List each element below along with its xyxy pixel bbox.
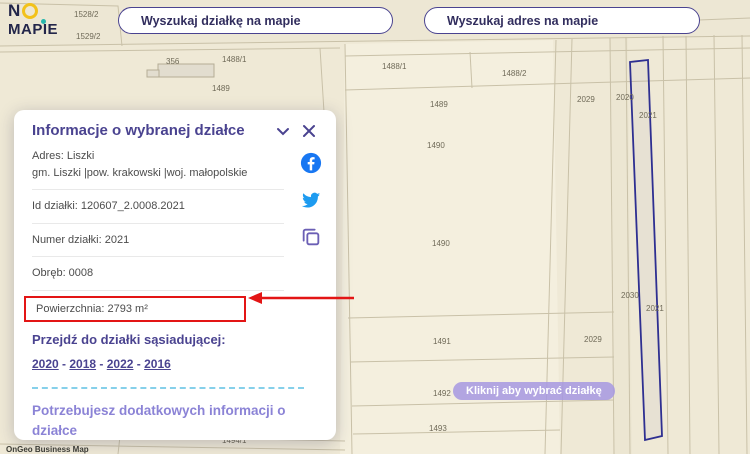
map-parcel-label: 1488/1: [382, 62, 407, 71]
logo-text-top: N: [8, 1, 21, 20]
map-parcel-label: 2029: [584, 335, 602, 344]
collapse-panel-icon[interactable]: [274, 122, 292, 140]
highlight-arrow-icon: [248, 292, 354, 304]
share-column: [300, 152, 322, 248]
logo-text-bottom: MAPIE: [8, 21, 59, 38]
area-highlight-box: Powierzchnia: 2793 m²: [24, 295, 246, 322]
map-parcel-label: 1490: [427, 141, 445, 150]
search-address-label: Wyszukaj adres na mapie: [447, 13, 599, 28]
select-parcel-tooltip: Kliknij aby wybrać działkę: [453, 382, 615, 400]
neighbor-parcel-link[interactable]: 2016: [144, 357, 171, 371]
search-parcel-button[interactable]: Wyszukaj działkę na mapie: [118, 7, 393, 34]
map-parcel-label: 1529/2: [76, 32, 101, 41]
copy-link-icon[interactable]: [300, 226, 322, 248]
logo-teal-dot-icon: [41, 19, 46, 24]
parcel-id: Id działki: 120607_2.0008.2021: [32, 190, 284, 224]
more-info-link[interactable]: Potrzebujesz dodatkowych informacji o dz…: [32, 401, 302, 441]
facebook-icon[interactable]: [300, 152, 322, 174]
neighbor-parcel-link[interactable]: 2018: [69, 357, 96, 371]
parcel-number: Numer działki: 2021: [32, 224, 284, 257]
map-parcel-label: 2021: [646, 304, 664, 313]
parcel-area: Powierzchnia: 2793 m²: [36, 302, 148, 315]
map-parcel-label: 1528/2: [74, 10, 99, 19]
map-parcel-label: 1488/2: [502, 69, 527, 78]
parcel-district: Obręb: 0008: [32, 257, 284, 291]
app-root: 1528/2 1529/2 356 1488/1 1489 1488/1 1488/2 148…: [0, 0, 750, 454]
twitter-icon[interactable]: [300, 189, 322, 211]
map-parcel-label: 1490: [432, 239, 450, 248]
parcel-address-line2: gm. Liszki |pow. krakowski |woj. małopol…: [32, 166, 248, 179]
map-building-footprint-small: [146, 69, 160, 78]
map-parcel-label: 1489: [212, 84, 230, 93]
search-address-button[interactable]: Wyszukaj adres na mapie: [424, 7, 700, 34]
parcel-address-line1: Adres: Liszki: [32, 150, 95, 162]
neighbor-parcel-link[interactable]: 2022: [107, 357, 134, 371]
map-parcel-label: 1488/1: [222, 55, 247, 64]
map-parcel-label: 1491: [433, 337, 451, 346]
map-parcel-label: 2029: [577, 95, 595, 104]
close-panel-icon[interactable]: [300, 122, 318, 140]
neighbors-label: Przejdź do działki sąsiadującej:: [32, 331, 226, 347]
neighbor-links: 2020 - 2018 - 2022 - 2016: [32, 356, 171, 371]
map-parcel-label: 2030: [621, 291, 639, 300]
map-parcel-label: 2021: [639, 111, 657, 120]
dashed-divider: [32, 386, 304, 389]
search-parcel-label: Wyszukaj działkę na mapie: [141, 13, 301, 28]
parcel-address: Adres: Liszki gm. Liszki |pow. krakowski…: [32, 140, 284, 190]
logo-ring-icon: [22, 2, 39, 19]
panel-title: Informacje o wybranej działce: [32, 122, 245, 139]
map-parcel-label: 1493: [429, 424, 447, 433]
map-parcel-label: 356: [166, 57, 180, 66]
neighbor-parcel-link[interactable]: 2020: [32, 357, 59, 371]
map-attribution: OnGeo Business Map: [6, 445, 89, 454]
map-parcel-label: 1489: [430, 100, 448, 109]
map-parcel-label: 1492: [433, 389, 451, 398]
map-parcel-label: 2020: [616, 93, 634, 102]
parcel-info-panel: Informacje o wybranej działce Adres: Lis…: [14, 110, 336, 440]
logo[interactable]: N MAPIE: [8, 2, 58, 37]
